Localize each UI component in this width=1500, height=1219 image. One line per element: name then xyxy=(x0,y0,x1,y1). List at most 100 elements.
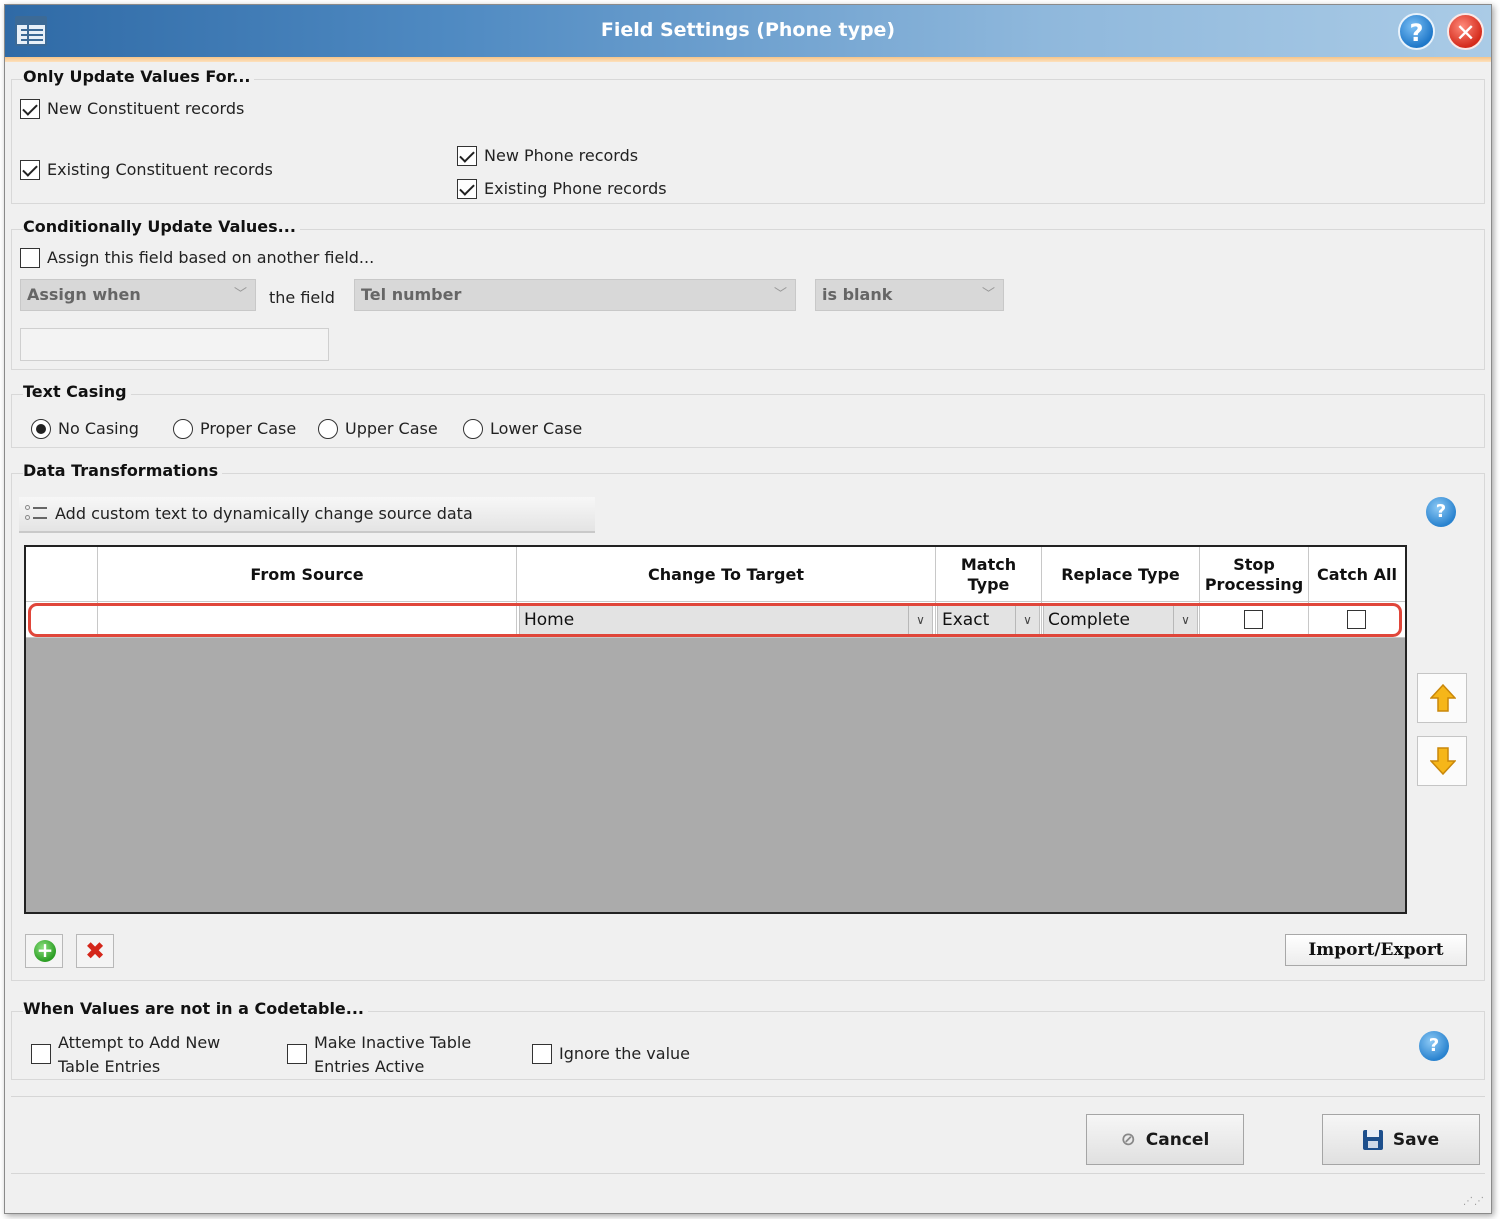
add-row-button[interactable]: + xyxy=(25,934,63,968)
field-select-value: Tel number xyxy=(361,285,462,304)
attempt-add-label: Attempt to Add New Table Entries xyxy=(58,1033,221,1076)
proper-case-radio[interactable] xyxy=(173,419,193,439)
table-row[interactable]: Home ∨ Exact ∨ Complete ∨ xyxy=(26,602,1405,638)
window-title: Field Settings (Phone type) xyxy=(600,19,896,41)
upper-case-radio[interactable] xyxy=(318,419,338,439)
condition-value-input[interactable] xyxy=(20,328,329,361)
footer-separator xyxy=(11,1096,1485,1097)
replace-type-cell[interactable]: Complete ∨ xyxy=(1042,602,1200,638)
existing-phone-checkbox[interactable] xyxy=(457,179,477,199)
row-selector-header xyxy=(26,547,98,602)
existing-constituent-label: Existing Constituent records xyxy=(47,160,273,179)
upper-case-label: Upper Case xyxy=(345,419,438,438)
from-source-cell[interactable] xyxy=(98,602,517,638)
new-phone-checkbox[interactable] xyxy=(457,146,477,166)
title-bar[interactable]: Field Settings (Phone type) ? ✕ xyxy=(5,5,1491,57)
close-icon[interactable]: ✕ xyxy=(1447,13,1484,50)
change-to-target-value: Home xyxy=(524,610,575,630)
existing-constituent-checkbox[interactable] xyxy=(20,160,40,180)
stop-processing-cell xyxy=(1200,602,1309,638)
match-type-value: Exact xyxy=(942,610,990,630)
chevron-down-icon[interactable]: ∨ xyxy=(1173,606,1197,634)
plus-icon: + xyxy=(34,940,56,962)
from-source-header[interactable]: From Source xyxy=(98,547,517,602)
assign-when-value: Assign when xyxy=(27,285,141,304)
conditional-heading: Conditionally Update Values... xyxy=(23,217,300,236)
chevron-down-icon: ﹀ xyxy=(233,287,247,302)
ignore-value-checkbox[interactable] xyxy=(532,1044,552,1064)
help-icon[interactable]: ? xyxy=(1398,13,1435,50)
replace-type-value: Complete xyxy=(1048,610,1130,630)
row-selector-cell[interactable] xyxy=(26,602,98,638)
catch-all-checkbox[interactable] xyxy=(1347,610,1366,629)
make-active-checkbox[interactable] xyxy=(287,1044,307,1064)
assign-field-checkbox[interactable] xyxy=(20,248,40,268)
no-casing-label: No Casing xyxy=(58,419,139,438)
stop-processing-header[interactable]: Stop Processing xyxy=(1200,547,1309,602)
move-up-button[interactable] xyxy=(1417,673,1467,723)
only-update-group xyxy=(11,79,1485,204)
replace-type-select[interactable]: Complete ∨ xyxy=(1043,605,1198,635)
import-export-button[interactable]: Import/Export xyxy=(1285,934,1467,966)
transformations-heading: Data Transformations xyxy=(23,461,223,480)
chevron-down-icon[interactable]: ∨ xyxy=(1015,606,1039,634)
delete-row-button[interactable]: ✖ xyxy=(76,934,114,968)
status-separator xyxy=(11,1173,1485,1174)
new-constituent-label: New Constituent records xyxy=(47,99,245,118)
grid-header: From Source Change To Target Match Type … xyxy=(26,547,1405,602)
existing-phone-label: Existing Phone records xyxy=(484,179,667,198)
lower-case-label: Lower Case xyxy=(490,419,583,438)
codetable-heading: When Values are not in a Codetable... xyxy=(23,999,369,1018)
list-icon xyxy=(25,505,47,523)
cancel-button[interactable]: ⊘ Cancel xyxy=(1086,1114,1244,1165)
add-custom-text-label: Add custom text to dynamically change so… xyxy=(55,504,473,523)
attempt-add-checkbox[interactable] xyxy=(31,1044,51,1064)
change-to-target-select[interactable]: Home ∨ xyxy=(519,605,933,635)
chevron-down-icon: ﹀ xyxy=(773,287,787,302)
condition-select-value: is blank xyxy=(822,285,893,304)
chevron-down-icon[interactable]: ∨ xyxy=(908,606,932,634)
codetable-help-icon[interactable]: ? xyxy=(1419,1031,1449,1061)
text-casing-heading: Text Casing xyxy=(23,382,131,401)
no-casing-radio[interactable] xyxy=(31,419,51,439)
match-type-header[interactable]: Match Type xyxy=(936,547,1042,602)
match-type-cell[interactable]: Exact ∨ xyxy=(936,602,1042,638)
match-type-select[interactable]: Exact ∨ xyxy=(937,605,1040,635)
replace-type-header[interactable]: Replace Type xyxy=(1042,547,1200,602)
title-accent-line xyxy=(5,57,1491,62)
stop-processing-checkbox[interactable] xyxy=(1244,610,1263,629)
field-settings-dialog: Field Settings (Phone type) ? ✕ Only Upd… xyxy=(4,4,1492,1214)
proper-case-label: Proper Case xyxy=(200,419,297,438)
new-phone-label: New Phone records xyxy=(484,146,639,165)
only-update-heading: Only Update Values For... xyxy=(23,67,255,86)
move-down-button[interactable] xyxy=(1417,736,1467,786)
the-field-label: the field xyxy=(269,288,335,307)
catch-all-header[interactable]: Catch All xyxy=(1309,547,1405,602)
save-label: Save xyxy=(1392,1129,1440,1150)
match-type-header-label: Match Type xyxy=(960,554,1017,594)
transformations-grid: From Source Change To Target Match Type … xyxy=(24,545,1407,914)
cancel-label: Cancel xyxy=(1145,1129,1210,1150)
chevron-down-icon: ﹀ xyxy=(981,287,995,302)
assign-field-label: Assign this field based on another field… xyxy=(47,248,375,267)
make-active-label: Make Inactive Table Entries Active xyxy=(314,1033,472,1076)
catch-all-cell xyxy=(1309,602,1405,638)
field-select[interactable]: Tel number ﹀ xyxy=(354,279,796,311)
new-constituent-checkbox[interactable] xyxy=(20,99,40,119)
delete-icon: ✖ xyxy=(85,937,106,965)
save-button[interactable]: Save xyxy=(1322,1114,1480,1165)
arrow-up-icon xyxy=(1430,684,1456,712)
resize-grip-icon[interactable]: ⋰⋰ xyxy=(1463,1196,1485,1207)
transformations-help-icon[interactable]: ? xyxy=(1426,497,1456,527)
lower-case-radio[interactable] xyxy=(463,419,483,439)
cancel-icon: ⊘ xyxy=(1120,1129,1136,1150)
condition-select[interactable]: is blank ﹀ xyxy=(815,279,1004,311)
floppy-disk-icon xyxy=(1362,1129,1383,1150)
stop-processing-header-label: Stop Processing xyxy=(1204,554,1304,594)
assign-when-select[interactable]: Assign when ﹀ xyxy=(20,279,256,311)
change-to-target-cell[interactable]: Home ∨ xyxy=(517,602,936,638)
change-to-target-header[interactable]: Change To Target xyxy=(517,547,936,602)
add-custom-text-button[interactable]: Add custom text to dynamically change so… xyxy=(19,497,595,533)
ignore-value-label: Ignore the value xyxy=(559,1044,691,1063)
arrow-down-icon xyxy=(1430,747,1456,775)
